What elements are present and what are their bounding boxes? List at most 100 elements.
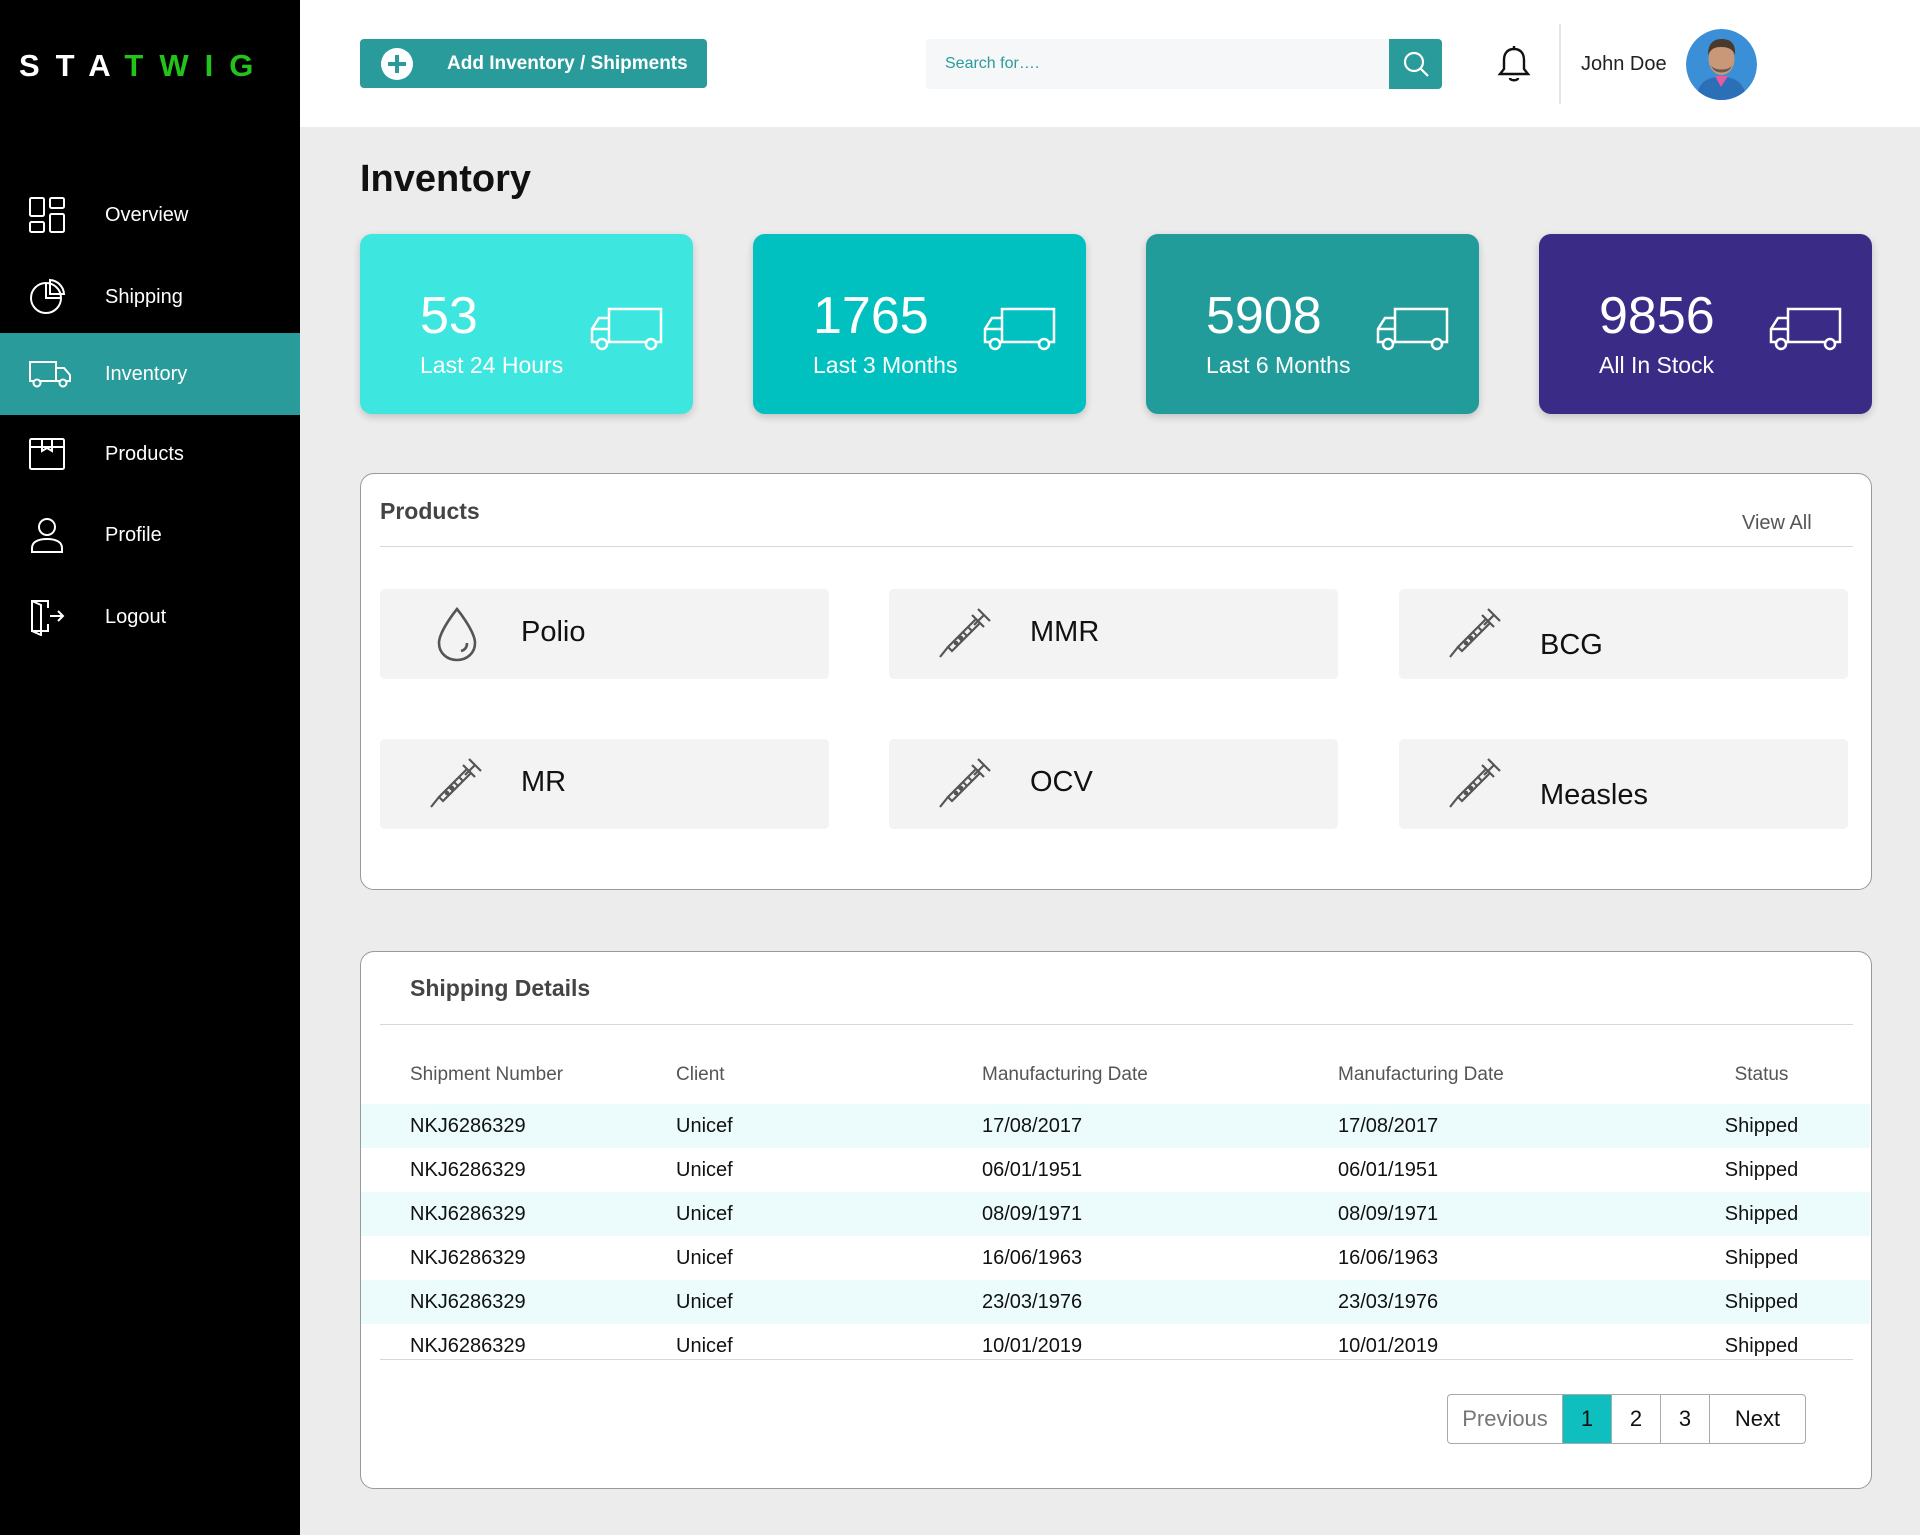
shipment-number-cell: NKJ6286329 [361,1104,676,1148]
sidebar-item-overview[interactable]: Overview [0,174,300,256]
view-all-link[interactable]: View All [1742,512,1812,535]
manufacturing-date-cell: 06/01/1951 [1338,1158,1439,1181]
client-cell: Unicef [676,1104,982,1148]
manufacturing-date-cell: 17/08/2017 [982,1104,1338,1148]
manufacturing-date-cell: 23/03/1976 [982,1280,1338,1324]
add-inventory-button[interactable]: Add Inventory / Shipments [360,39,707,88]
header-divider [1559,24,1561,104]
sidebar-item-label: Shipping [105,285,183,308]
column-header[interactable]: Shipment Number [361,1032,676,1104]
table-row[interactable]: NKJ6286329 Unicef 23/03/1976 23/03/1976 … [361,1280,1870,1324]
syringe-icon [1449,758,1501,808]
pie-chart-icon [30,278,66,314]
stat-card-24h[interactable]: 53 Last 24 Hours [360,234,693,414]
pagination-page-2[interactable]: 2 [1612,1395,1661,1443]
product-tile-measles[interactable]: Measles [1399,739,1848,829]
stat-label: All In Stock [1599,352,1715,378]
sidebar: STATWIG Overview Shipping Inventory Prod… [0,0,300,1535]
box-icon [29,438,65,470]
status-cell: Shipped [1653,1104,1870,1148]
products-panel: Products View All Polio MMR BCG MR OCV M… [360,473,1872,890]
pagination-next-button[interactable]: Next [1710,1395,1805,1443]
shipment-number-cell: NKJ6286329 [361,1280,676,1324]
status-cell: Shipped [1724,1246,1799,1269]
bell-icon[interactable] [1497,45,1531,83]
table-row[interactable]: NKJ6286329 Unicef 08/09/1971 08/09/1971 … [361,1192,1870,1236]
product-tile-bcg[interactable]: BCG [1399,589,1848,679]
product-label: OCV [1030,766,1093,798]
table-row[interactable]: NKJ6286329 Unicef 10/01/2019 10/01/2019 … [361,1324,1870,1368]
stat-card-all[interactable]: 9856 All In Stock [1539,234,1872,414]
manufacturing-date-cell: 08/09/1971 [1338,1192,1653,1236]
plus-circle-icon [381,48,413,80]
statwig-logo[interactable]: STATWIG [19,48,269,84]
pagination-page-1[interactable]: 1 [1563,1395,1612,1443]
truck-icon [1376,307,1449,351]
shipping-panel: Shipping Details Shipment Number Client … [360,951,1872,1489]
status-cell: Shipped [1724,1334,1799,1357]
column-header[interactable]: Client [676,1032,982,1104]
manufacturing-date-cell: 17/08/2017 [1338,1104,1653,1148]
stat-value: 5908 [1206,287,1322,345]
table-row[interactable]: NKJ6286329 Unicef 06/01/1951 06/01/1951 … [361,1148,1870,1192]
sidebar-item-inventory[interactable]: Inventory [0,333,300,415]
sidebar-item-label: Profile [105,523,162,546]
table-row[interactable]: NKJ6286329 Unicef 17/08/2017 17/08/2017 … [361,1104,1870,1148]
truck-icon [590,307,663,351]
shipment-number-cell: NKJ6286329 [410,1334,526,1357]
products-title: Products [380,498,480,524]
top-header: Add Inventory / Shipments John Doe [300,0,1920,127]
manufacturing-date-cell: 06/01/1951 [982,1158,1083,1181]
product-label: Measles [1540,779,1648,811]
stat-label: Last 24 Hours [420,352,564,378]
sidebar-item-profile[interactable]: Profile [0,494,300,576]
stat-card-6m[interactable]: 5908 Last 6 Months [1146,234,1479,414]
stat-value: 53 [420,287,478,345]
search-input[interactable] [926,39,1389,89]
stat-card-3m[interactable]: 1765 Last 3 Months [753,234,1086,414]
stat-label: Last 6 Months [1206,352,1351,378]
shipment-number-cell: NKJ6286329 [361,1192,676,1236]
shipment-number-cell: NKJ6286329 [410,1158,526,1181]
product-tile-ocv[interactable]: OCV [889,739,1338,829]
shipping-table: Shipment Number Client Manufacturing Dat… [361,1032,1870,1368]
panel-divider [380,1024,1853,1025]
sidebar-item-shipping[interactable]: Shipping [0,256,300,338]
pagination-page-3[interactable]: 3 [1661,1395,1710,1443]
client-cell: Unicef [676,1246,733,1269]
stat-value: 1765 [813,287,929,345]
product-tile-polio[interactable]: Polio [380,589,829,679]
client-cell: Unicef [676,1158,733,1181]
status-cell: Shipped [1653,1280,1870,1324]
stat-label: Last 3 Months [813,352,958,378]
column-header[interactable]: Manufacturing Date [982,1032,1338,1104]
search-bar [926,39,1442,89]
user-name[interactable]: John Doe [1581,53,1667,76]
add-inventory-label: Add Inventory / Shipments [447,52,688,74]
overview-grid-icon [29,197,65,233]
client-cell: Unicef [676,1192,982,1236]
column-header[interactable]: Status [1653,1032,1870,1104]
truck-icon [29,361,71,388]
sidebar-item-products[interactable]: Products [0,413,300,495]
truck-icon [1769,307,1842,351]
table-bottom-divider [380,1359,1853,1360]
product-tile-mr[interactable]: MR [380,739,829,829]
syringe-icon [939,758,991,808]
truck-icon [983,307,1056,351]
column-header[interactable]: Manufacturing Date [1338,1032,1653,1104]
status-cell: Shipped [1653,1192,1870,1236]
table-row[interactable]: NKJ6286329 Unicef 16/06/1963 16/06/1963 … [361,1236,1870,1280]
pagination-previous-button[interactable]: Previous [1448,1395,1563,1443]
product-tile-mmr[interactable]: MMR [889,589,1338,679]
drop-icon [437,606,477,662]
search-button[interactable] [1389,39,1442,89]
client-cell: Unicef [676,1334,733,1357]
avatar[interactable] [1686,29,1757,100]
sidebar-item-logout[interactable]: Logout [0,576,300,658]
manufacturing-date-cell: 10/01/2019 [1338,1334,1439,1357]
panel-divider [380,546,1853,547]
product-label: MR [521,766,567,798]
shipment-number-cell: NKJ6286329 [410,1246,526,1269]
manufacturing-date-cell: 10/01/2019 [982,1334,1083,1357]
